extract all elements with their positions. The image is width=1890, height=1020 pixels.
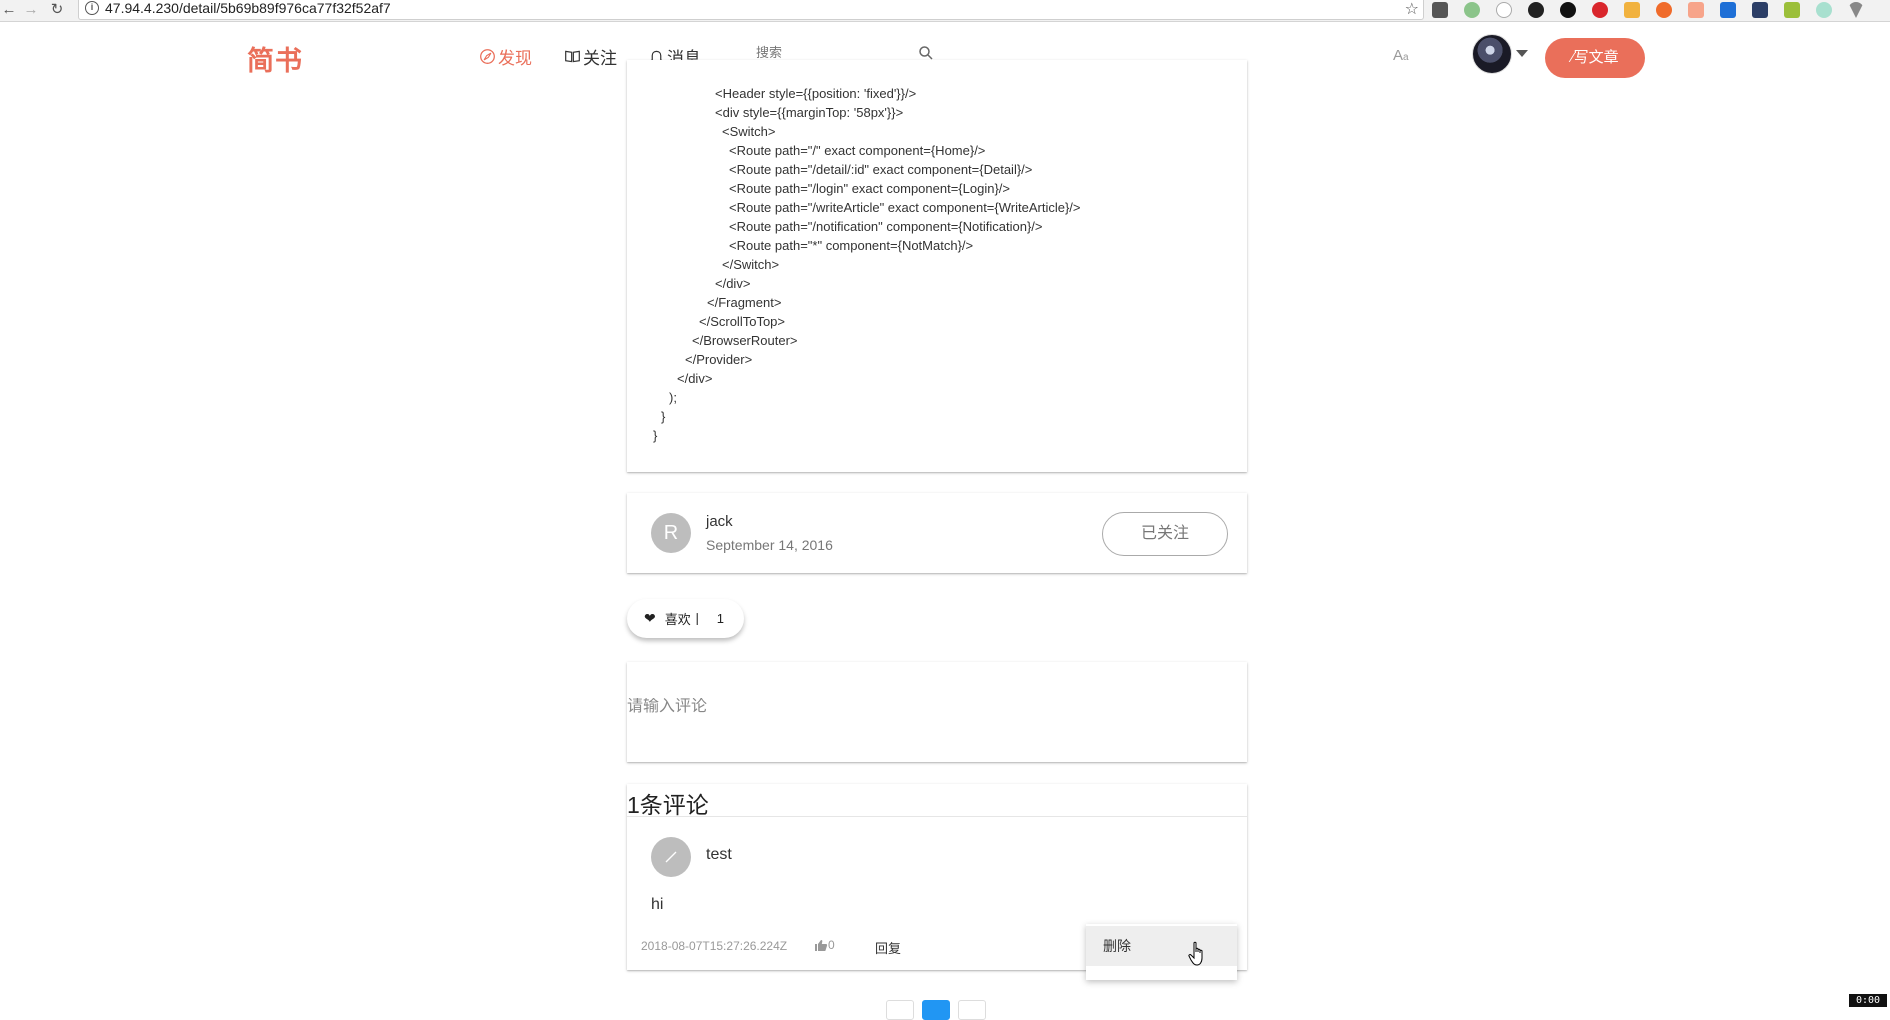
pagination-page-1[interactable]	[922, 1000, 950, 1020]
info-icon[interactable]: i	[85, 1, 99, 15]
author-name[interactable]: jack	[706, 513, 733, 530]
code-line: <Route path="/writeArticle" exact compon…	[729, 200, 1081, 215]
extension-icon[interactable]	[1656, 2, 1672, 18]
user-avatar[interactable]	[1472, 34, 1512, 74]
reply-button[interactable]: 回复	[875, 938, 901, 957]
reload-icon[interactable]: ↻	[48, 1, 66, 19]
author-avatar[interactable]: R	[651, 513, 691, 553]
extension-icon[interactable]	[1688, 2, 1704, 18]
comment-menu-popover: 删除	[1086, 924, 1237, 980]
comment-text: hi	[651, 896, 664, 913]
code-line: }	[653, 428, 658, 443]
forward-icon[interactable]: →	[22, 1, 40, 19]
code-line: </Switch>	[722, 257, 780, 272]
compass-icon	[480, 49, 495, 64]
comment-like-count: 0	[828, 938, 835, 952]
extension-icon[interactable]	[1432, 2, 1448, 18]
font-toggle-small-text: a	[1403, 52, 1409, 63]
code-line: </div>	[715, 276, 751, 291]
font-size-toggle[interactable]: Aa	[1393, 47, 1409, 64]
code-line: <Route path="/login" exact component={Lo…	[729, 181, 1010, 196]
code-line: </ScrollToTop>	[699, 314, 785, 329]
hand-cursor-icon	[1188, 941, 1203, 966]
nav-discover-label: 发现	[498, 49, 532, 68]
extension-icon[interactable]	[1496, 2, 1512, 18]
comment-time: 2018-08-07T15:27:26.224Z	[641, 939, 788, 953]
search-icon[interactable]	[918, 45, 934, 61]
url-text[interactable]: 47.94.4.230/detail/5b69b89f976ca77f32f52…	[105, 0, 391, 17]
follow-button[interactable]: 已关注	[1102, 512, 1228, 556]
extension-icon[interactable]	[1816, 2, 1832, 18]
logo[interactable]: 简书	[247, 39, 303, 78]
react-devtools-icon[interactable]	[1752, 2, 1768, 18]
search-input[interactable]	[756, 45, 896, 60]
book-icon	[565, 50, 580, 63]
like-button[interactable]: ❤ 喜欢丨 1	[627, 599, 744, 638]
comment-input-card	[627, 662, 1247, 762]
heart-icon: ❤	[644, 610, 656, 626]
extension-icon[interactable]	[1528, 2, 1544, 18]
code-line: </div>	[677, 371, 713, 386]
code-line: <Route path="/" exact component={Home}/>	[729, 143, 986, 158]
nav-follow[interactable]: 关注	[564, 44, 617, 69]
pagination-next[interactable]	[958, 1000, 986, 1020]
nav-follow-label: 关注	[583, 49, 617, 68]
article-content: <Header style={{position: 'fixed'}}/> <d…	[627, 60, 1247, 472]
recording-timer: 0:00	[1849, 994, 1887, 1007]
nav-discover[interactable]: 发现	[479, 44, 532, 69]
extension-icon[interactable]	[1560, 2, 1576, 18]
extension-icon[interactable]	[1720, 2, 1736, 18]
vue-devtools-icon[interactable]	[1848, 2, 1864, 18]
code-line: </Provider>	[685, 352, 753, 367]
like-label: 喜欢丨	[664, 612, 704, 627]
write-article-button[interactable]: ∕写文章	[1545, 38, 1645, 78]
pagination-prev[interactable]	[886, 1000, 914, 1020]
code-line: <div style={{marginTop: '58px'}}>	[715, 105, 904, 120]
code-line: }	[661, 409, 666, 424]
comments-title: 1条评论	[627, 792, 709, 818]
pen-avatar-icon	[665, 851, 677, 863]
code-line: <Route path="/detail/:id" exact componen…	[729, 162, 1033, 177]
code-line: <Route path="/notification" component={N…	[729, 219, 1043, 234]
comment-like-button[interactable]: 0	[814, 938, 835, 952]
divider	[627, 816, 1247, 817]
code-line: </Fragment>	[707, 295, 782, 310]
author-card: R jack September 14, 2016 已关注	[627, 493, 1247, 573]
comment-user[interactable]: test	[706, 846, 732, 864]
adblock-icon[interactable]	[1592, 2, 1608, 18]
comment-input[interactable]	[627, 698, 1227, 716]
thumbs-up-icon	[815, 939, 828, 951]
like-count: 1	[716, 611, 724, 626]
back-icon[interactable]: ←	[0, 1, 18, 19]
code-line: <Switch>	[722, 124, 776, 139]
bookmark-star-icon[interactable]: ☆	[1405, 0, 1419, 19]
address-bar[interactable]: i 47.94.4.230/detail/5b69b89f976ca77f32f…	[78, 0, 1424, 20]
comment-avatar[interactable]	[651, 837, 691, 877]
delete-menu-item[interactable]: 删除	[1086, 926, 1237, 966]
browser-toolbar: ← → ↻ i 47.94.4.230/detail/5b69b89f976ca…	[0, 0, 1890, 22]
code-line: </BrowserRouter>	[692, 333, 798, 348]
code-line: <Route path="*" component={NotMatch}/>	[729, 238, 974, 253]
author-date: September 14, 2016	[706, 537, 833, 553]
caret-down-icon[interactable]	[1516, 50, 1528, 57]
extension-icon[interactable]	[1624, 2, 1640, 18]
code-line: );	[669, 390, 677, 405]
font-toggle-text: A	[1393, 47, 1404, 64]
extension-icon[interactable]	[1784, 2, 1800, 18]
extension-icon[interactable]	[1464, 2, 1480, 18]
write-article-label: 写文章	[1573, 49, 1619, 66]
code-line: <Header style={{position: 'fixed'}}/>	[715, 86, 917, 101]
